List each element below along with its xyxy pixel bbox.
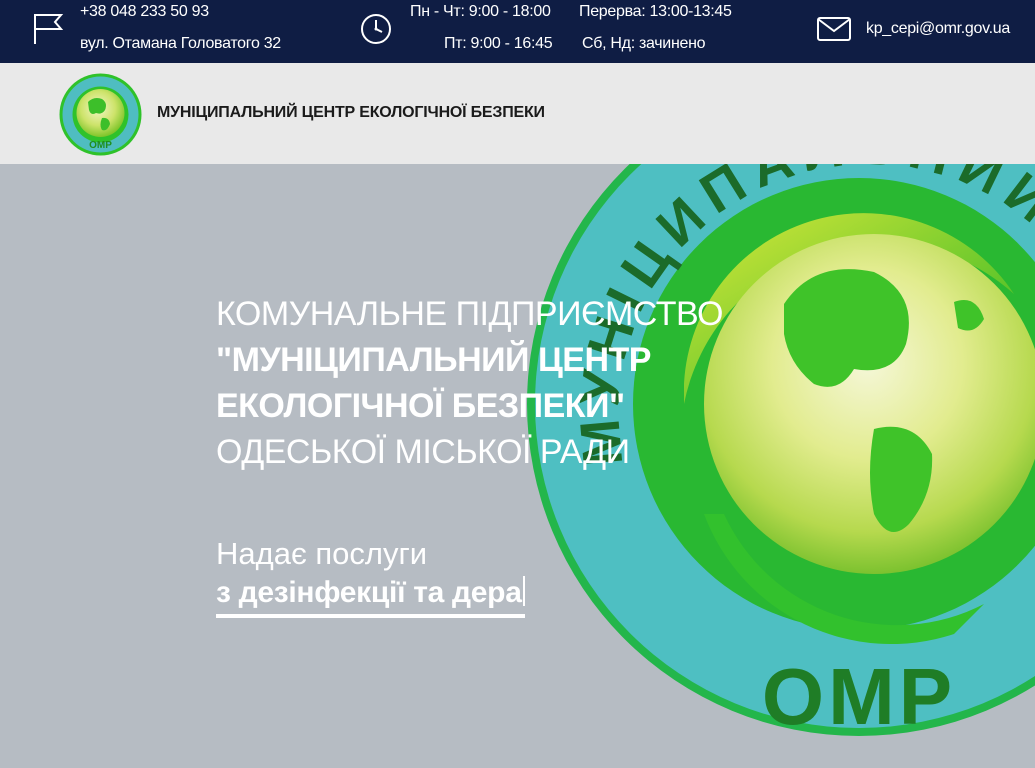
- logo-text-bottom: ОМР: [89, 140, 112, 151]
- hours-weekdays: Пн - Чт: 9:00 - 18:00: [410, 3, 551, 20]
- typing-cursor: [522, 576, 525, 606]
- email-link[interactable]: kp_cepi@omr.gov.ua: [866, 20, 1010, 38]
- hero-line-1: КОМУНАЛЬНЕ ПІДПРИЄМСТВО: [216, 295, 723, 333]
- hero-line-3: ЕКОЛОГІЧНОЇ БЕЗПЕКИ": [216, 387, 625, 425]
- top-info-bar: +38 048 233 50 93 вул. Отамана Головатог…: [0, 0, 1035, 63]
- address-text: вул. Отамана Головатого 32: [80, 35, 281, 52]
- mail-icon: [817, 17, 851, 41]
- weekend-hours: Сб, Нд: зачинено: [582, 35, 706, 52]
- emblem-bottom-text: ОМР: [762, 652, 956, 741]
- services-typed-text: з дезінфекції та дера: [216, 576, 522, 609]
- flag-icon: [34, 14, 64, 44]
- logo-emblem: ОМР: [59, 73, 142, 156]
- break-hours: Перерва: 13:00-13:45: [579, 3, 732, 20]
- site-header: ОМР МУНІЦИПАЛЬНИЙ ЦЕНТР ЕКОЛОГІЧНОЇ БЕЗП…: [0, 63, 1035, 164]
- site-name[interactable]: МУНІЦИПАЛЬНИЙ ЦЕНТР ЕКОЛОГІЧНОЇ БЕЗПЕКИ: [157, 104, 545, 122]
- hero-section: МУНІЦИПАЛЬНИЙ ЦЕНТР ЕКОЛОГІ ОМР КОМУНАЛЬ…: [0, 164, 1035, 768]
- hours-friday: Пт: 9:00 - 16:45: [444, 35, 553, 52]
- hero-line-4: ОДЕСЬКОЇ МІСЬКОЇ РАДИ: [216, 433, 630, 471]
- services-block: Надає послуги з дезінфекції та дера: [216, 534, 525, 618]
- hero-line-2: "МУНІЦИПАЛЬНИЙ ЦЕНТР: [216, 341, 651, 379]
- clock-icon: [361, 14, 391, 44]
- hero-title: КОМУНАЛЬНЕ ПІДПРИЄМСТВО "МУНІЦИПАЛЬНИЙ Ц…: [216, 291, 723, 475]
- logo-link[interactable]: ОМР: [58, 72, 143, 157]
- services-lead: Надає послуги: [216, 536, 428, 571]
- services-typed-box: з дезінфекції та дера: [216, 576, 525, 618]
- phone-link[interactable]: +38 048 233 50 93: [80, 3, 209, 21]
